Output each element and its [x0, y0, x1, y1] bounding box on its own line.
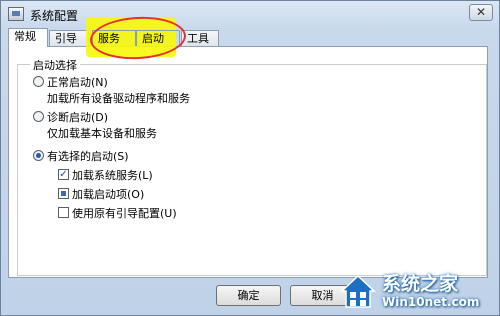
load-system-services-label[interactable]: 加载系统服务(L) — [72, 167, 153, 183]
load-startup-items-checkbox[interactable] — [58, 188, 69, 199]
window-title: 系统配置 — [30, 9, 79, 23]
site-watermark: 系统之家 Win10net.com — [338, 269, 500, 316]
normal-startup-description: 加载所有设备驱动程序和服务 — [47, 92, 190, 105]
tab-strip: 常规 引导 服务 启动 工具 — [8, 28, 488, 47]
msconfig-icon — [8, 7, 24, 21]
diagnostic-startup-radio[interactable] — [33, 111, 44, 122]
house-logo-icon — [340, 274, 376, 308]
selective-startup-radio[interactable] — [33, 150, 44, 161]
watermark-site: Win10net.com — [382, 295, 480, 309]
diagnostic-startup-description: 仅加载基本设备和服务 — [47, 127, 157, 140]
title-bar: 系统配置 ✕ — [1, 1, 499, 29]
ok-button[interactable]: 确定 — [216, 285, 281, 306]
close-button[interactable]: ✕ — [469, 4, 493, 21]
diagnostic-startup-label[interactable]: 诊断启动(D) — [47, 109, 108, 125]
load-startup-items-label[interactable]: 加载启动项(O) — [72, 186, 144, 202]
tab-boot[interactable]: 引导 — [49, 30, 89, 46]
use-original-boot-config-label[interactable]: 使用原有引导配置(U) — [72, 205, 177, 221]
tab-tools[interactable]: 工具 — [181, 30, 219, 46]
selective-startup-label[interactable]: 有选择的启动(S) — [47, 148, 129, 164]
normal-startup-label[interactable]: 正常启动(N) — [47, 74, 108, 90]
watermark-brand: 系统之家 — [382, 273, 459, 295]
group-legend: 启动选择 — [30, 57, 80, 73]
load-system-services-checkbox[interactable]: ✓ — [58, 169, 69, 180]
use-original-boot-config-checkbox[interactable] — [58, 207, 69, 218]
normal-startup-radio[interactable] — [33, 76, 44, 87]
tab-general[interactable]: 常规 — [8, 28, 48, 47]
